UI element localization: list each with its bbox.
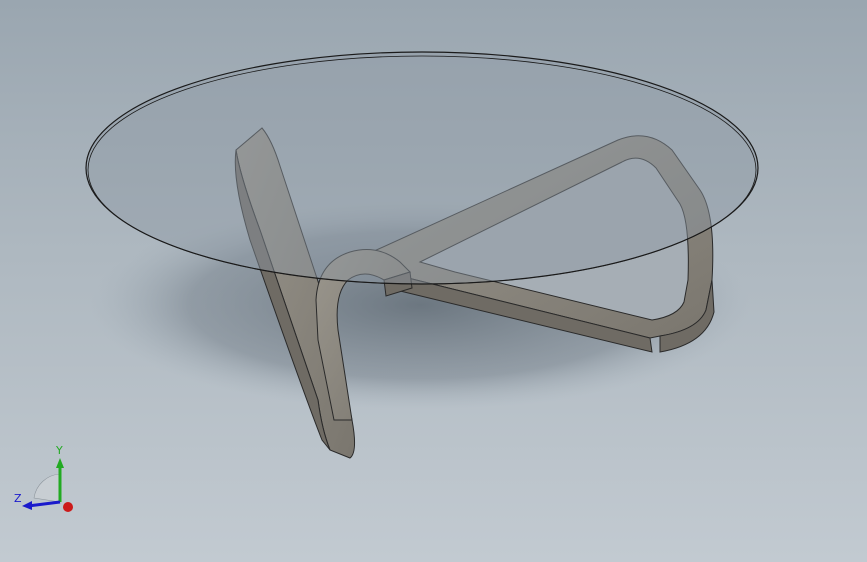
graphics-viewport[interactable]: Y Z bbox=[0, 0, 867, 562]
y-axis-label: Y bbox=[55, 444, 63, 457]
triad-quadrant-disc bbox=[33, 473, 61, 503]
z-axis-arrow-icon bbox=[27, 500, 61, 508]
glass-top[interactable] bbox=[85, 51, 759, 285]
x-axis-origin-icon bbox=[63, 502, 73, 512]
z-axis-label: Z bbox=[14, 492, 22, 505]
model-scene[interactable] bbox=[0, 0, 867, 562]
reference-triad[interactable]: Y Z bbox=[12, 440, 82, 520]
z-axis-head bbox=[22, 501, 32, 510]
y-axis-head bbox=[56, 458, 64, 468]
